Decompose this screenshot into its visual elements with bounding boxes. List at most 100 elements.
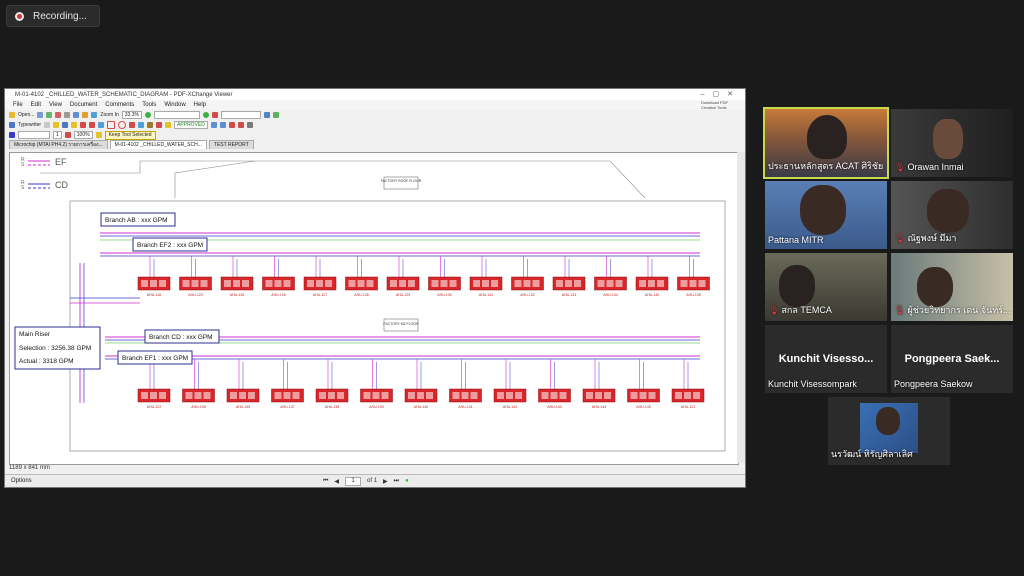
- menu-file[interactable]: File: [13, 102, 23, 108]
- print-icon[interactable]: [46, 112, 53, 118]
- person-silhouette: [917, 267, 953, 307]
- open-icon[interactable]: [9, 112, 15, 118]
- callout-icon[interactable]: [62, 122, 69, 128]
- ahu-coil-section: [242, 280, 249, 287]
- opacity-field[interactable]: 100%: [73, 131, 93, 139]
- stamp-approved-select[interactable]: APPROVED: [174, 121, 208, 129]
- select-tool-icon[interactable]: [73, 112, 80, 118]
- hand-tool-icon[interactable]: [64, 112, 71, 118]
- textbox-icon[interactable]: [44, 122, 51, 128]
- link-icon[interactable]: [246, 122, 253, 128]
- next-page-icon[interactable]: ▶: [383, 478, 388, 485]
- fill-color-icon[interactable]: [64, 132, 71, 138]
- ahu-coil-section: [595, 392, 602, 399]
- open-button[interactable]: Open...: [18, 112, 34, 118]
- ahu-coil-section: [325, 280, 332, 287]
- menu-help[interactable]: Help: [194, 102, 206, 108]
- ahu-coil-section: [203, 392, 211, 399]
- options-button[interactable]: Options: [5, 478, 32, 484]
- page-number-input[interactable]: 1: [345, 476, 362, 486]
- ahu-coil-section: [283, 392, 291, 399]
- window-controls[interactable]: –▢✕: [701, 90, 741, 98]
- line-icon[interactable]: [98, 122, 105, 128]
- zoom-slider[interactable]: [153, 111, 200, 119]
- ahu-coil-section: [630, 392, 638, 399]
- strikeout-icon[interactable]: [89, 122, 96, 128]
- snapshot-icon[interactable]: [82, 112, 89, 118]
- attach-icon[interactable]: [228, 122, 235, 128]
- document-tabs: Microchip (MTAI PH4.2) รายการเครื่อง... …: [5, 140, 745, 149]
- tab-chilled-water[interactable]: M-01-4102 _CHILLED_WATER_SCH...: [109, 140, 207, 149]
- menu-view[interactable]: View: [49, 102, 62, 108]
- tab-microchip[interactable]: Microchip (MTAI PH4.2) รายการเครื่อง...: [9, 140, 108, 149]
- zoom-level-field[interactable]: 33.3%: [121, 111, 142, 119]
- menu-tools[interactable]: Tools: [142, 102, 156, 108]
- recording-indicator[interactable]: Recording...: [6, 5, 100, 27]
- stamp-icon[interactable]: [165, 122, 172, 128]
- typewriter-button[interactable]: Typewriter: [18, 122, 41, 128]
- menu-document[interactable]: Document: [70, 102, 97, 108]
- zoom-plus-icon[interactable]: [144, 112, 151, 118]
- measure-icon[interactable]: [210, 122, 217, 128]
- ahu-label: AHU-133: [562, 293, 576, 297]
- back-view-icon[interactable]: ●: [405, 478, 409, 484]
- typewriter-icon[interactable]: [9, 122, 15, 128]
- menu-comments[interactable]: Comments: [105, 102, 134, 108]
- eraser-icon[interactable]: [156, 122, 163, 128]
- color-swatch[interactable]: [9, 132, 15, 138]
- zoom-in-icon[interactable]: [91, 112, 98, 118]
- ahu-coil-section: [185, 392, 193, 399]
- ahu-coil-section: [399, 280, 406, 287]
- rotate-icon[interactable]: [211, 112, 218, 118]
- ahu-coil-section: [586, 392, 593, 399]
- person-silhouette: [779, 265, 815, 307]
- participant-tile[interactable]: 🎙 Orawan Inmai: [891, 109, 1013, 177]
- highlight-icon[interactable]: [71, 122, 78, 128]
- line-style-select[interactable]: [18, 131, 50, 139]
- cloud-icon[interactable]: [138, 122, 145, 128]
- save-icon[interactable]: [37, 112, 44, 118]
- ellipse-icon[interactable]: [118, 121, 127, 129]
- participant-name: นรวัฒน์ หิรัญศิลาเลิศ: [831, 449, 913, 459]
- participant-tile[interactable]: นรวัฒน์ หิรัญศิลาเลิศ: [828, 397, 950, 465]
- zoom-minus-icon[interactable]: [202, 112, 209, 118]
- participant-tile[interactable]: Pattana MITR: [765, 181, 887, 249]
- page-navigator: ⏮ ◀ 1 of 1 ▶ ⏭ ●: [323, 476, 409, 486]
- document-page[interactable]: EF R S CD R S FACTORY ROOF FLOOR FACTORY…: [9, 152, 739, 465]
- last-page-icon[interactable]: ⏭: [394, 478, 399, 485]
- zoom-in-button[interactable]: Zoom In: [100, 112, 118, 118]
- ahu-coil-section: [408, 280, 415, 287]
- rectangle-icon[interactable]: [107, 121, 116, 129]
- menu-window[interactable]: Window: [164, 102, 185, 108]
- menu-edit[interactable]: Edit: [31, 102, 41, 108]
- vertical-scrollbar[interactable]: [737, 152, 745, 463]
- participant-tile[interactable]: 🎙 สกล TEMCA: [765, 253, 887, 321]
- ahu-coil-section: [431, 280, 439, 287]
- search-input[interactable]: [220, 111, 261, 119]
- participant-tile[interactable]: ประธานหลักสูตร ACAT ศิริชัย: [763, 107, 889, 179]
- pencil-icon[interactable]: [147, 122, 154, 128]
- ahu-coil-section: [615, 280, 623, 287]
- area-icon[interactable]: [219, 122, 226, 128]
- line-width-field[interactable]: 1: [53, 131, 62, 139]
- prev-page-icon[interactable]: ◀: [334, 478, 339, 485]
- note-icon[interactable]: [53, 122, 60, 128]
- keep-tool-icon[interactable]: [95, 132, 102, 138]
- participant-tile[interactable]: Kunchit Visesso... Kunchit Visessompark: [765, 325, 887, 393]
- email-icon[interactable]: [55, 112, 62, 118]
- participant-tile[interactable]: 🎙 ผู้ช่วยวิทยากร เดน จันทร์...: [891, 253, 1013, 321]
- bookmark-icon[interactable]: [272, 112, 279, 118]
- keep-tool-selected-toggle[interactable]: Keep Tool Selected: [104, 130, 156, 140]
- participant-tile[interactable]: 🎙 ณัฐพงษ์ มีมา: [891, 181, 1013, 249]
- first-page-icon[interactable]: ⏮: [323, 478, 328, 485]
- ahu-coil-section: [159, 280, 166, 287]
- find-icon[interactable]: [263, 112, 270, 118]
- underline-icon[interactable]: [80, 122, 87, 128]
- brand-link[interactable]: Download PDF Creation Tools: [701, 100, 741, 110]
- participant-tile[interactable]: Pongpeera Saek... Pongpeera Saekow: [891, 325, 1013, 393]
- polygon-icon[interactable]: [129, 122, 136, 128]
- ahu-coil-section: [248, 392, 255, 399]
- sound-icon[interactable]: [237, 122, 244, 128]
- tab-test-report[interactable]: TEST REPORT: [208, 140, 254, 149]
- ahu-label: AHU-143: [547, 405, 561, 409]
